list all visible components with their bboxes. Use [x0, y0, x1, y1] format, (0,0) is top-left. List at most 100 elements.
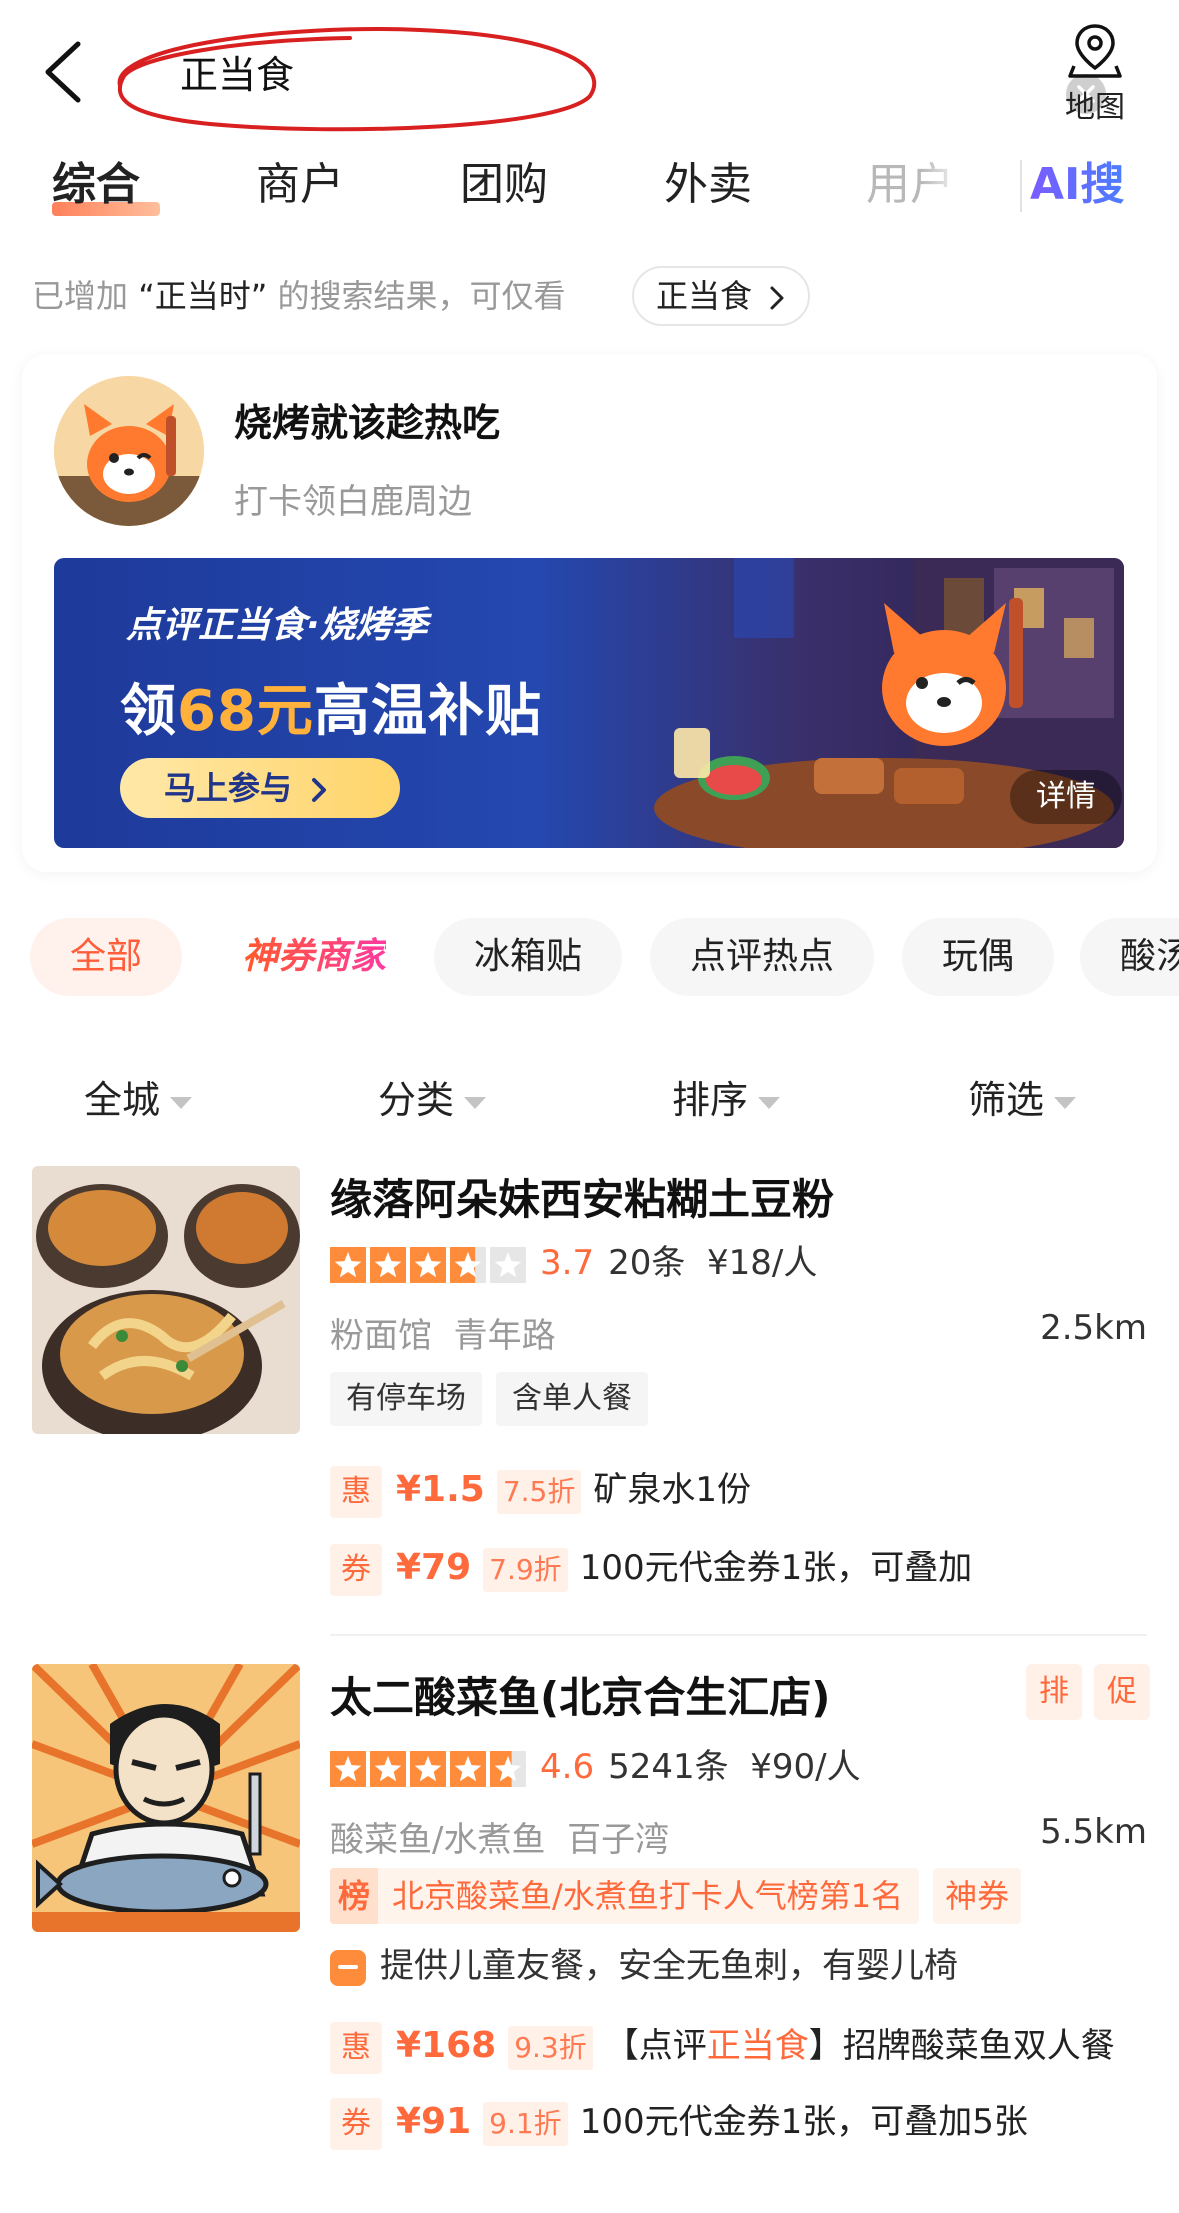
- star-rating: [330, 1750, 526, 1787]
- category-location: 粉面馆 青年路: [330, 1308, 556, 1357]
- shop-name[interactable]: 缘落阿朵妹西安粘糊土豆粉: [330, 1166, 834, 1227]
- back-icon[interactable]: [38, 36, 90, 108]
- deal-row[interactable]: 惠 ¥1.5 7.5折 矿泉水1份: [330, 1462, 751, 1518]
- tab-merchants[interactable]: 商户: [256, 150, 344, 230]
- tab-group-buy[interactable]: 团购: [460, 150, 548, 230]
- tab-comprehensive[interactable]: 综合: [52, 150, 140, 230]
- only-show-chip[interactable]: 正当食: [632, 266, 811, 326]
- banner-headline-suffix: 高温补贴: [313, 679, 542, 744]
- chip-sour-soup[interactable]: 酸汤: [1080, 918, 1179, 996]
- caret-down-icon: [758, 1096, 781, 1109]
- search-expansion-notice: 已增加 “正当时” 的搜索结果，可仅看: [32, 268, 566, 324]
- star-rating: [330, 1246, 526, 1283]
- search-header: 地图: [0, 0, 1179, 140]
- rating-row: 4.6 5241条 ¥90/人: [330, 1742, 861, 1792]
- caret-down-icon: [1054, 1096, 1077, 1109]
- shop-listing[interactable]: 缘落阿朵妹西安粘糊土豆粉 3.7 20条 ¥18/人 粉面馆 青年路 2.5km …: [0, 1166, 1179, 1646]
- promo-badge[interactable]: 促: [1094, 1664, 1150, 1720]
- chip-coupon-merchants[interactable]: 神券商家: [202, 918, 426, 996]
- map-pin-icon: [1068, 24, 1122, 78]
- search-bar[interactable]: [110, 22, 1106, 132]
- chip-coupon-merchants-label: 神券商家: [242, 936, 387, 977]
- deal-discount: 7.5折: [496, 1469, 582, 1514]
- star-icon: [410, 1750, 446, 1787]
- caret-down-icon: [170, 1096, 193, 1109]
- deal-badge: 惠: [330, 1465, 382, 1518]
- rating-score: 3.7: [540, 1243, 595, 1283]
- star-icon: [490, 1750, 526, 1787]
- deal-discount: 7.9折: [483, 1547, 568, 1592]
- filter-category-label: 分类: [378, 1078, 455, 1122]
- filter-city[interactable]: 全城: [84, 1060, 193, 1140]
- chip-all[interactable]: 全部: [30, 918, 183, 996]
- star-icon: [410, 1246, 446, 1283]
- shop-name[interactable]: 太二酸菜鱼(北京合生汇店): [330, 1664, 830, 1725]
- super-coupon-chip[interactable]: 神券: [933, 1868, 1022, 1924]
- result-tabs: 综合 商户 团购 外卖 用户 AI搜: [0, 150, 1179, 230]
- tab-ai-search[interactable]: AI搜: [1030, 150, 1124, 230]
- promo-card[interactable]: 烧烤就该趁热吃 打卡领白鹿周边 点评正当食·烧烤季 领68元高温补贴 马上参与 …: [22, 354, 1157, 872]
- deal-row[interactable]: 惠 ¥168 9.3折 【点评正当食】招牌酸菜鱼双人餐: [330, 2018, 1115, 2074]
- star-icon: [330, 1750, 366, 1787]
- filter-sort-label: 排序: [672, 1078, 749, 1122]
- tab-divider: [1020, 160, 1022, 212]
- deal-text-highlight: 正当食: [706, 2026, 809, 2066]
- promo-subtitle: 打卡领白鹿周边: [234, 482, 472, 522]
- chevron-right-icon: [770, 286, 784, 310]
- deal-discount: 9.3折: [508, 2025, 593, 2070]
- filter-category[interactable]: 分类: [378, 1060, 487, 1140]
- deal-text: 100元代金券1张，可叠加5张: [579, 2102, 1028, 2142]
- feature-row: 提供儿童友餐，安全无鱼刺，有婴儿椅: [330, 1938, 958, 1994]
- review-count: 5241条: [608, 1747, 729, 1787]
- caret-down-icon: [464, 1096, 487, 1109]
- chip-fridge-magnet[interactable]: 冰箱贴: [434, 918, 623, 996]
- notice-quoted-term: “正当时”: [138, 277, 268, 315]
- distance: 5.5km: [1040, 1812, 1147, 1852]
- ranking-badge[interactable]: 榜北京酸菜鱼/水煮鱼打卡人气榜第1名: [330, 1868, 920, 1924]
- chevron-right-icon: [312, 778, 327, 802]
- deal-text-suffix: 】招牌酸菜鱼双人餐: [808, 2026, 1115, 2066]
- banner-headline-amount: 68元: [177, 679, 314, 744]
- filter-sort[interactable]: 排序: [672, 1060, 781, 1140]
- deal-price: ¥91: [396, 2101, 472, 2142]
- filter-more-label: 筛选: [968, 1078, 1045, 1122]
- note-plus-icon: [330, 1949, 366, 1986]
- review-count: 20条: [608, 1243, 686, 1283]
- category-chips: 全部 神券商家 冰箱贴 点评热点 玩偶 酸汤: [0, 918, 1179, 998]
- feature-tags: 有停车场 含单人餐: [330, 1372, 662, 1426]
- only-show-chip-label: 正当食: [656, 277, 753, 315]
- banner-headline: 领68元高温补贴: [120, 666, 542, 747]
- star-icon: [330, 1246, 366, 1283]
- banner-detail-button[interactable]: 详情: [1010, 770, 1122, 824]
- star-icon: [450, 1750, 486, 1787]
- search-input[interactable]: [180, 46, 880, 96]
- ranking-row[interactable]: 榜北京酸菜鱼/水煮鱼打卡人气榜第1名 神券: [330, 1868, 1022, 1924]
- banner-tagline: 点评正当食·烧烤季: [126, 605, 428, 646]
- deal-row[interactable]: 券 ¥91 9.1折 100元代金券1张，可叠加5张: [330, 2094, 1028, 2150]
- tab-takeout[interactable]: 外卖: [664, 150, 752, 230]
- filter-more[interactable]: 筛选: [968, 1060, 1077, 1140]
- tag-single-meal: 含单人餐: [496, 1372, 648, 1426]
- area-label: 青年路: [453, 1316, 556, 1356]
- deal-price: ¥79: [396, 1547, 472, 1588]
- deal-text: 矿泉水1份: [593, 1470, 751, 1510]
- join-now-button[interactable]: 马上参与: [120, 758, 400, 818]
- red-panda-mascot-avatar: [54, 376, 204, 526]
- queue-badge[interactable]: 排: [1026, 1664, 1082, 1720]
- tab-users[interactable]: 用户: [866, 150, 966, 230]
- deal-row[interactable]: 券 ¥79 7.9折 100元代金券1张，可叠加: [330, 1540, 972, 1596]
- shop-photo-chef-fish: [32, 1664, 300, 1932]
- deal-text: 【点评正当食】招牌酸菜鱼双人餐: [605, 2026, 1115, 2066]
- map-button[interactable]: 地图: [1055, 22, 1135, 125]
- chip-plush-toys[interactable]: 玩偶: [902, 918, 1055, 996]
- deal-text-prefix: 【点评: [604, 2026, 707, 2066]
- coupon-badge: 券: [330, 1543, 382, 1596]
- bbq-season-banner[interactable]: 点评正当食·烧烤季 领68元高温补贴 马上参与 详情: [54, 558, 1124, 848]
- shop-listing[interactable]: 太二酸菜鱼(北京合生汇店) 排 促 4.6 5241条 ¥90/人 酸菜鱼/水煮鱼…: [0, 1664, 1179, 2213]
- filter-bar: 全城 分类 排序 筛选: [0, 1060, 1179, 1140]
- category-label: 粉面馆: [330, 1316, 432, 1356]
- notice-suffix: 的搜索结果，可仅看: [277, 277, 566, 315]
- chip-review-hotspots[interactable]: 点评热点: [650, 918, 875, 996]
- coupon-badge: 券: [330, 2097, 382, 2150]
- divider: [330, 1634, 1147, 1636]
